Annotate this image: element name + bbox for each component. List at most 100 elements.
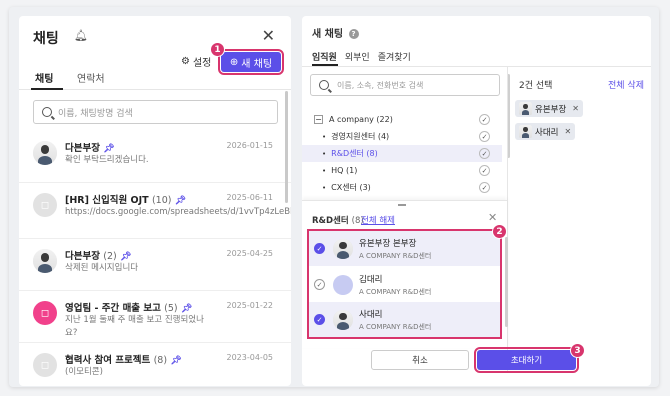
tree-item-hq[interactable]: • HQ (1) ✓ — [302, 162, 502, 179]
member-row[interactable]: ✓ 김대리 A COMPANY R&D센터 — [309, 267, 500, 302]
plus-circle-icon: ⊕ — [229, 56, 239, 68]
pin-icon: 📌︎ — [120, 252, 132, 262]
member-org: A COMPANY R&D센터 — [359, 288, 432, 296]
clear-all-link[interactable]: 전체 삭제 — [608, 78, 644, 91]
tree-item-a-company[interactable]: − A company (22) ✓ — [302, 111, 502, 128]
pin-icon: 📌︎ — [174, 196, 187, 206]
tab-favorites[interactable]: 즐겨찾기 — [378, 53, 411, 63]
settings-button[interactable]: ⚙ 설정 — [181, 54, 211, 69]
chat-title: [HR] 신입직원 OJT (10) 📌︎ — [65, 192, 186, 206]
member-org: A COMPANY R&D센터 — [359, 252, 432, 260]
tree-item-rnd[interactable]: • R&D센터 (8) ✓ — [302, 145, 502, 162]
new-chat-panel: 새 채팅 ? 임직원 외부인 즐겨찾기 이름, 소속, 전화번호 검색 − A co… — [302, 16, 651, 386]
step-marker: 1 — [210, 42, 225, 57]
member-count: (2) — [103, 251, 117, 262]
deselect-all-link[interactable]: 전체 해제 — [361, 214, 395, 226]
chat-item[interactable]: ◻ 영업팀 - 주간 매출 보고 (5) 📌︎ 지난 1월 둘째 주 매출 보고… — [19, 291, 291, 343]
step-marker: 3 — [570, 343, 585, 358]
department-title: R&D센터 (8) — [312, 214, 364, 226]
active-tab-indicator — [31, 88, 63, 90]
avatar — [33, 249, 57, 273]
close-icon[interactable]: ✕ — [488, 211, 497, 224]
chat-panel-title: 채팅 — [33, 31, 59, 47]
check-circle-icon[interactable]: ✓ — [314, 279, 325, 290]
avatar — [333, 309, 353, 330]
new-chat-title: 새 채팅 ? — [312, 25, 359, 40]
cancel-button[interactable]: 취소 — [371, 350, 469, 370]
chat-title: 영업팀 - 주간 매출 보고 (5) 📌︎ — [65, 300, 192, 314]
gear-icon: ⚙ — [181, 56, 190, 67]
tree-item-label: R&D센터 (8) — [331, 149, 378, 158]
member-search-input[interactable]: 이름, 소속, 전화번호 검색 — [310, 74, 500, 96]
chat-search-placeholder: 이름, 채팅방명 검색 — [58, 108, 133, 119]
chat-name: 협력사 참여 프로젝트 — [65, 355, 151, 366]
member-name: 유본부장 본부장 — [359, 239, 417, 249]
check-circle-icon[interactable]: ✓ — [479, 165, 490, 176]
tab-external[interactable]: 외부인 — [345, 53, 370, 63]
chat-title: 다븐부장 📌︎ — [65, 140, 115, 154]
pin-icon: 📌︎ — [103, 144, 115, 154]
bullet-icon: • — [322, 166, 327, 175]
new-chat-title-text: 새 채팅 — [312, 29, 344, 40]
bullet-icon: • — [322, 183, 327, 192]
chat-search-input[interactable]: 이름, 채팅방명 검색 — [33, 100, 278, 124]
search-icon — [42, 107, 52, 117]
group-chat-icon: ◻ — [33, 353, 57, 377]
check-circle-icon[interactable]: ✓ — [479, 148, 490, 159]
tree-item-cx[interactable]: • CX센터 (3) ✓ — [302, 179, 502, 196]
pin-icon: 📌︎ — [170, 356, 182, 366]
tree-item-label: CX센터 (3) — [331, 183, 371, 192]
remove-icon[interactable]: ✕ — [572, 104, 579, 113]
member-org: A COMPANY R&D센터 — [359, 323, 432, 331]
invite-button[interactable]: 초대하기 — [474, 347, 579, 373]
chat-name: 다븐부장 — [65, 143, 100, 154]
check-circle-icon[interactable]: ✓ — [314, 314, 325, 325]
avatar — [33, 141, 57, 165]
chat-preview: 지난 1월 둘째 주 매출 보고 진행되었나요? — [65, 315, 204, 338]
member-row[interactable]: ✓ 사대리 A COMPANY R&D센터 — [309, 302, 500, 337]
tab-contacts[interactable]: 연락처 — [77, 70, 105, 85]
chat-preview: https://docs.google.com/spreadsheets/d/1… — [65, 207, 291, 217]
member-list: ✓ 유본부장 본부장 A COMPANY R&D센터 ✓ 김대리 A COMPA… — [307, 229, 502, 339]
chat-item[interactable]: 다븐부장 (2) 📌︎ 삭제된 메시지입니다 2025-04-25 — [19, 239, 291, 291]
check-circle-icon[interactable]: ✓ — [479, 114, 490, 125]
bullet-icon: • — [322, 132, 327, 141]
tree-item-management[interactable]: • 경영지원센터 (4) ✓ — [302, 128, 502, 145]
chat-panel: 채팅 🔔︎ ✕ 채팅 연락처 ⚙ 설정 ⊕ 새 채팅 이름, 채팅방명 검색 다… — [19, 16, 291, 386]
chat-list-scrollbar[interactable] — [285, 91, 288, 203]
member-count: (8) — [153, 355, 168, 366]
check-circle-icon[interactable]: ✓ — [314, 243, 325, 254]
chat-item[interactable]: ◻ 협력사 참여 프로젝트 (8) 📌︎ (이모티콘) 2023-04-05 — [19, 343, 291, 386]
divider — [302, 66, 651, 67]
chat-item[interactable]: 다븐부장 📌︎ 확인 부탁드리겠습니다. 2026-01-15 — [19, 131, 291, 183]
tab-employees[interactable]: 임직원 — [312, 53, 337, 63]
help-icon[interactable]: ? — [348, 29, 359, 39]
chat-item[interactable]: ◻ [HR] 신입직원 OJT (10) 📌︎ https://docs.goo… — [19, 183, 291, 239]
close-icon[interactable]: ✕ — [262, 26, 275, 45]
bell-icon[interactable]: 🔔︎ — [74, 29, 88, 42]
chat-preview: 삭제된 메시지입니다 — [65, 263, 139, 273]
collapse-icon[interactable]: − — [314, 115, 323, 124]
selected-count: 2건 선택 — [519, 81, 553, 91]
member-count: (10) — [151, 195, 172, 206]
member-tabs: 임직원 외부인 즐겨찾기 — [312, 50, 419, 63]
member-name: 사대리 — [359, 310, 383, 320]
check-circle-icon[interactable]: ✓ — [479, 182, 490, 193]
member-list-scrollbar[interactable] — [505, 237, 508, 327]
search-icon — [319, 80, 329, 90]
new-chat-button[interactable]: ⊕ 새 채팅 — [218, 49, 284, 75]
member-row[interactable]: ✓ 유본부장 본부장 A COMPANY R&D센터 — [309, 231, 500, 266]
chat-name: [HR] 신입직원 OJT — [65, 195, 149, 206]
chat-name: 영업팀 - 주간 매출 보고 — [65, 303, 161, 314]
group-chat-icon: ◻ — [33, 301, 57, 325]
tab-chat[interactable]: 채팅 — [35, 70, 53, 85]
drag-handle[interactable] — [398, 204, 406, 206]
tree-item-label: HQ (1) — [331, 166, 358, 175]
remove-icon[interactable]: ✕ — [564, 127, 571, 136]
chat-name: 다븐부장 — [65, 251, 100, 262]
check-circle-icon[interactable]: ✓ — [479, 131, 490, 142]
chat-preview: (이모티콘) — [65, 367, 103, 377]
chat-date: 2025-04-25 — [226, 249, 274, 258]
member-search-placeholder: 이름, 소속, 전화번호 검색 — [337, 80, 424, 90]
step-marker: 2 — [492, 224, 507, 239]
